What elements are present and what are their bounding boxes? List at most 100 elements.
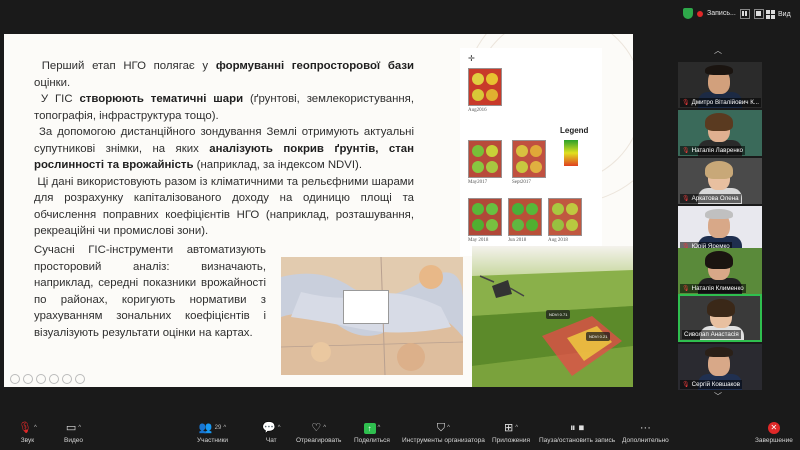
annotation-tool-icon[interactable]: [75, 374, 85, 384]
view-label: Вид: [778, 11, 791, 18]
security-shield-icon[interactable]: [683, 8, 693, 19]
host-tools-button[interactable]: ⛉ ^ Инструменты организатора: [402, 422, 485, 444]
participant-video: [705, 113, 733, 131]
participant-video: [705, 251, 733, 269]
top-bar: Запись... Вид: [0, 0, 800, 28]
ndvi-date-label: May 2018: [468, 238, 489, 243]
ndvi-field-tag: NDVI 0.21: [586, 332, 611, 341]
drone-field-image: NDVI 0.71 NDVI 0.21: [472, 246, 633, 387]
ndvi-date-label: May2017: [468, 180, 488, 185]
video-button[interactable]: ▭ ^ Видео: [64, 422, 83, 444]
participant-name-label: 🎙 Наталія Клименко: [680, 284, 746, 293]
participant-video: [707, 299, 735, 317]
annotation-tool-icon[interactable]: [36, 374, 46, 384]
participant-video: [705, 347, 733, 357]
slide-paragraph: За допомогою дистанційного зондування Зе…: [34, 126, 414, 171]
participants-button[interactable]: 👥 29 ^ Участники: [197, 422, 228, 444]
ndvi-date-label: Sept2017: [512, 180, 531, 185]
pause-stop-label: Пауза/остановить запись: [539, 437, 616, 444]
shared-screen-slide: Перший етап НГО полягає у формуванні гео…: [4, 34, 633, 387]
gis-map-image: [281, 257, 463, 375]
ndvi-field-tag: NDVI 0.71: [546, 310, 571, 319]
participants-icon: 👥 29 ^: [198, 422, 227, 434]
mic-muted-icon: 🎙: [682, 100, 690, 106]
participant-video: [705, 209, 733, 219]
participant-tile[interactable]: 🎙 Сергій Ковшаков: [678, 344, 762, 390]
ndvi-date-label: Aug 2018: [548, 238, 568, 243]
more-dots-icon: ···: [639, 422, 651, 434]
participant-tile[interactable]: 🎙 Аркатова Олена: [678, 158, 762, 204]
north-arrow-icon: ✛: [468, 54, 475, 63]
apps-label: Приложения: [492, 437, 531, 444]
meeting-controls-toolbar: 🎙 ^ Звук ▭ ^ Видео 👥 29 ^ Участники 💬 ^ Чат ♡…: [0, 420, 800, 450]
pause-stop-recording-button[interactable]: ⏸ ⏹ Пауза/остановить запись: [539, 422, 615, 444]
ndvi-field-image: [508, 198, 542, 236]
audio-label: Звук: [20, 437, 35, 444]
end-label: Завершение: [755, 437, 793, 444]
more-button[interactable]: ··· Дополнительно: [622, 422, 669, 444]
stop-recording-icon[interactable]: [753, 8, 764, 19]
pause-recording-icon[interactable]: [739, 8, 750, 19]
mic-muted-icon: 🎙: [682, 196, 690, 202]
scroll-down-chevron-icon[interactable]: ﹀: [713, 391, 723, 401]
recording-indicator[interactable]: Запись...: [683, 8, 764, 19]
slide-paragraph: Ці дані використовують разом із кліматич…: [34, 175, 415, 238]
camera-icon: ▭ ^: [65, 422, 82, 434]
share-label: Поделиться: [354, 437, 390, 444]
participant-tile-active-speaker[interactable]: Сиволап Анастасія: [678, 294, 762, 342]
ndvi-field-image: [512, 140, 546, 178]
annotation-tool-icon[interactable]: [62, 374, 72, 384]
slide-paragraph: Перший етап НГО полягає у формуванні гео…: [34, 60, 414, 89]
share-arrow-icon: ↑ ^: [363, 422, 380, 434]
participant-name-label: 🎙 Дмитро Віталійович К...: [680, 98, 761, 107]
participants-label: Участники: [197, 437, 229, 444]
participant-name-label: 🎙 Наталія Лавренко: [680, 146, 745, 155]
mic-muted-icon: 🎙 ^: [18, 422, 37, 434]
ndvi-date-label: Jun 2018: [508, 238, 527, 243]
audio-button[interactable]: 🎙 ^ Звук: [18, 422, 37, 444]
chat-bubble-icon: 💬 ^: [262, 422, 281, 434]
mic-muted-icon: 🎙: [682, 286, 690, 292]
slide-text-block: Перший етап НГО полягає у формуванні гео…: [34, 58, 414, 240]
chat-button[interactable]: 💬 ^ Чат: [262, 422, 281, 444]
participant-tile[interactable]: 🎙 Наталія Лавренко: [678, 110, 762, 156]
ndvi-date-label: Aug2016: [468, 108, 487, 113]
video-label: Видео: [64, 437, 83, 444]
heart-icon: ♡ ^: [311, 422, 327, 434]
annotation-tool-icon[interactable]: [23, 374, 33, 384]
ndvi-legend-title: Legend: [560, 126, 589, 135]
react-button[interactable]: ♡ ^ Отреагировать: [296, 422, 341, 444]
participant-tile[interactable]: 🎙 Наталія Клименко: [678, 248, 762, 294]
participant-video: [705, 65, 733, 75]
mic-muted-icon: 🎙: [682, 148, 690, 154]
participant-name-label: 🎙 Сергій Ковшаков: [680, 380, 743, 389]
annotation-tool-icon[interactable]: [49, 374, 59, 384]
ndvi-field-image: [468, 198, 502, 236]
ndvi-time-series-figure: ✛ Aug2016 May2017 Sept2017 May 2018 Jun …: [460, 48, 602, 256]
react-label: Отреагировать: [296, 437, 342, 444]
slide-paragraph-gis-tools: Сучасні ГІС-інструменти автоматизують пр…: [34, 244, 266, 339]
grid-view-icon: [766, 10, 775, 19]
share-screen-button[interactable]: ↑ ^ Поделиться: [354, 422, 390, 444]
ndvi-field-image: [468, 68, 502, 106]
recording-label: Запись...: [707, 10, 736, 17]
mic-muted-icon: 🎙: [682, 382, 690, 388]
close-icon: ✕: [767, 422, 780, 434]
apps-button[interactable]: ⊞ ^ Приложения: [492, 422, 530, 444]
annotation-tool-icon[interactable]: [10, 374, 20, 384]
pause-stop-icon: ⏸ ⏹: [570, 422, 585, 434]
host-tools-label: Инструменты организатора: [402, 437, 485, 444]
shield-settings-icon: ⛉ ^: [436, 422, 450, 434]
participant-name-label: 🎙 Аркатова Олена: [680, 194, 741, 203]
participant-tile[interactable]: 🎙 Дмитро Віталійович К...: [678, 62, 762, 108]
participant-name-label: Сиволап Анастасія: [682, 330, 741, 339]
ndvi-field-image: [548, 198, 582, 236]
end-meeting-button[interactable]: ✕ Завершение: [755, 422, 793, 444]
view-button[interactable]: Вид: [766, 10, 791, 19]
scroll-up-chevron-icon[interactable]: ︿: [713, 45, 723, 55]
participant-tile[interactable]: 🎙 Юрій Яремко: [678, 206, 762, 252]
slide-annotation-toolbar: [10, 374, 85, 384]
chat-label: Чат: [265, 437, 277, 444]
apps-grid-icon: ⊞ ^: [503, 422, 519, 434]
map-info-popup: [343, 290, 389, 324]
